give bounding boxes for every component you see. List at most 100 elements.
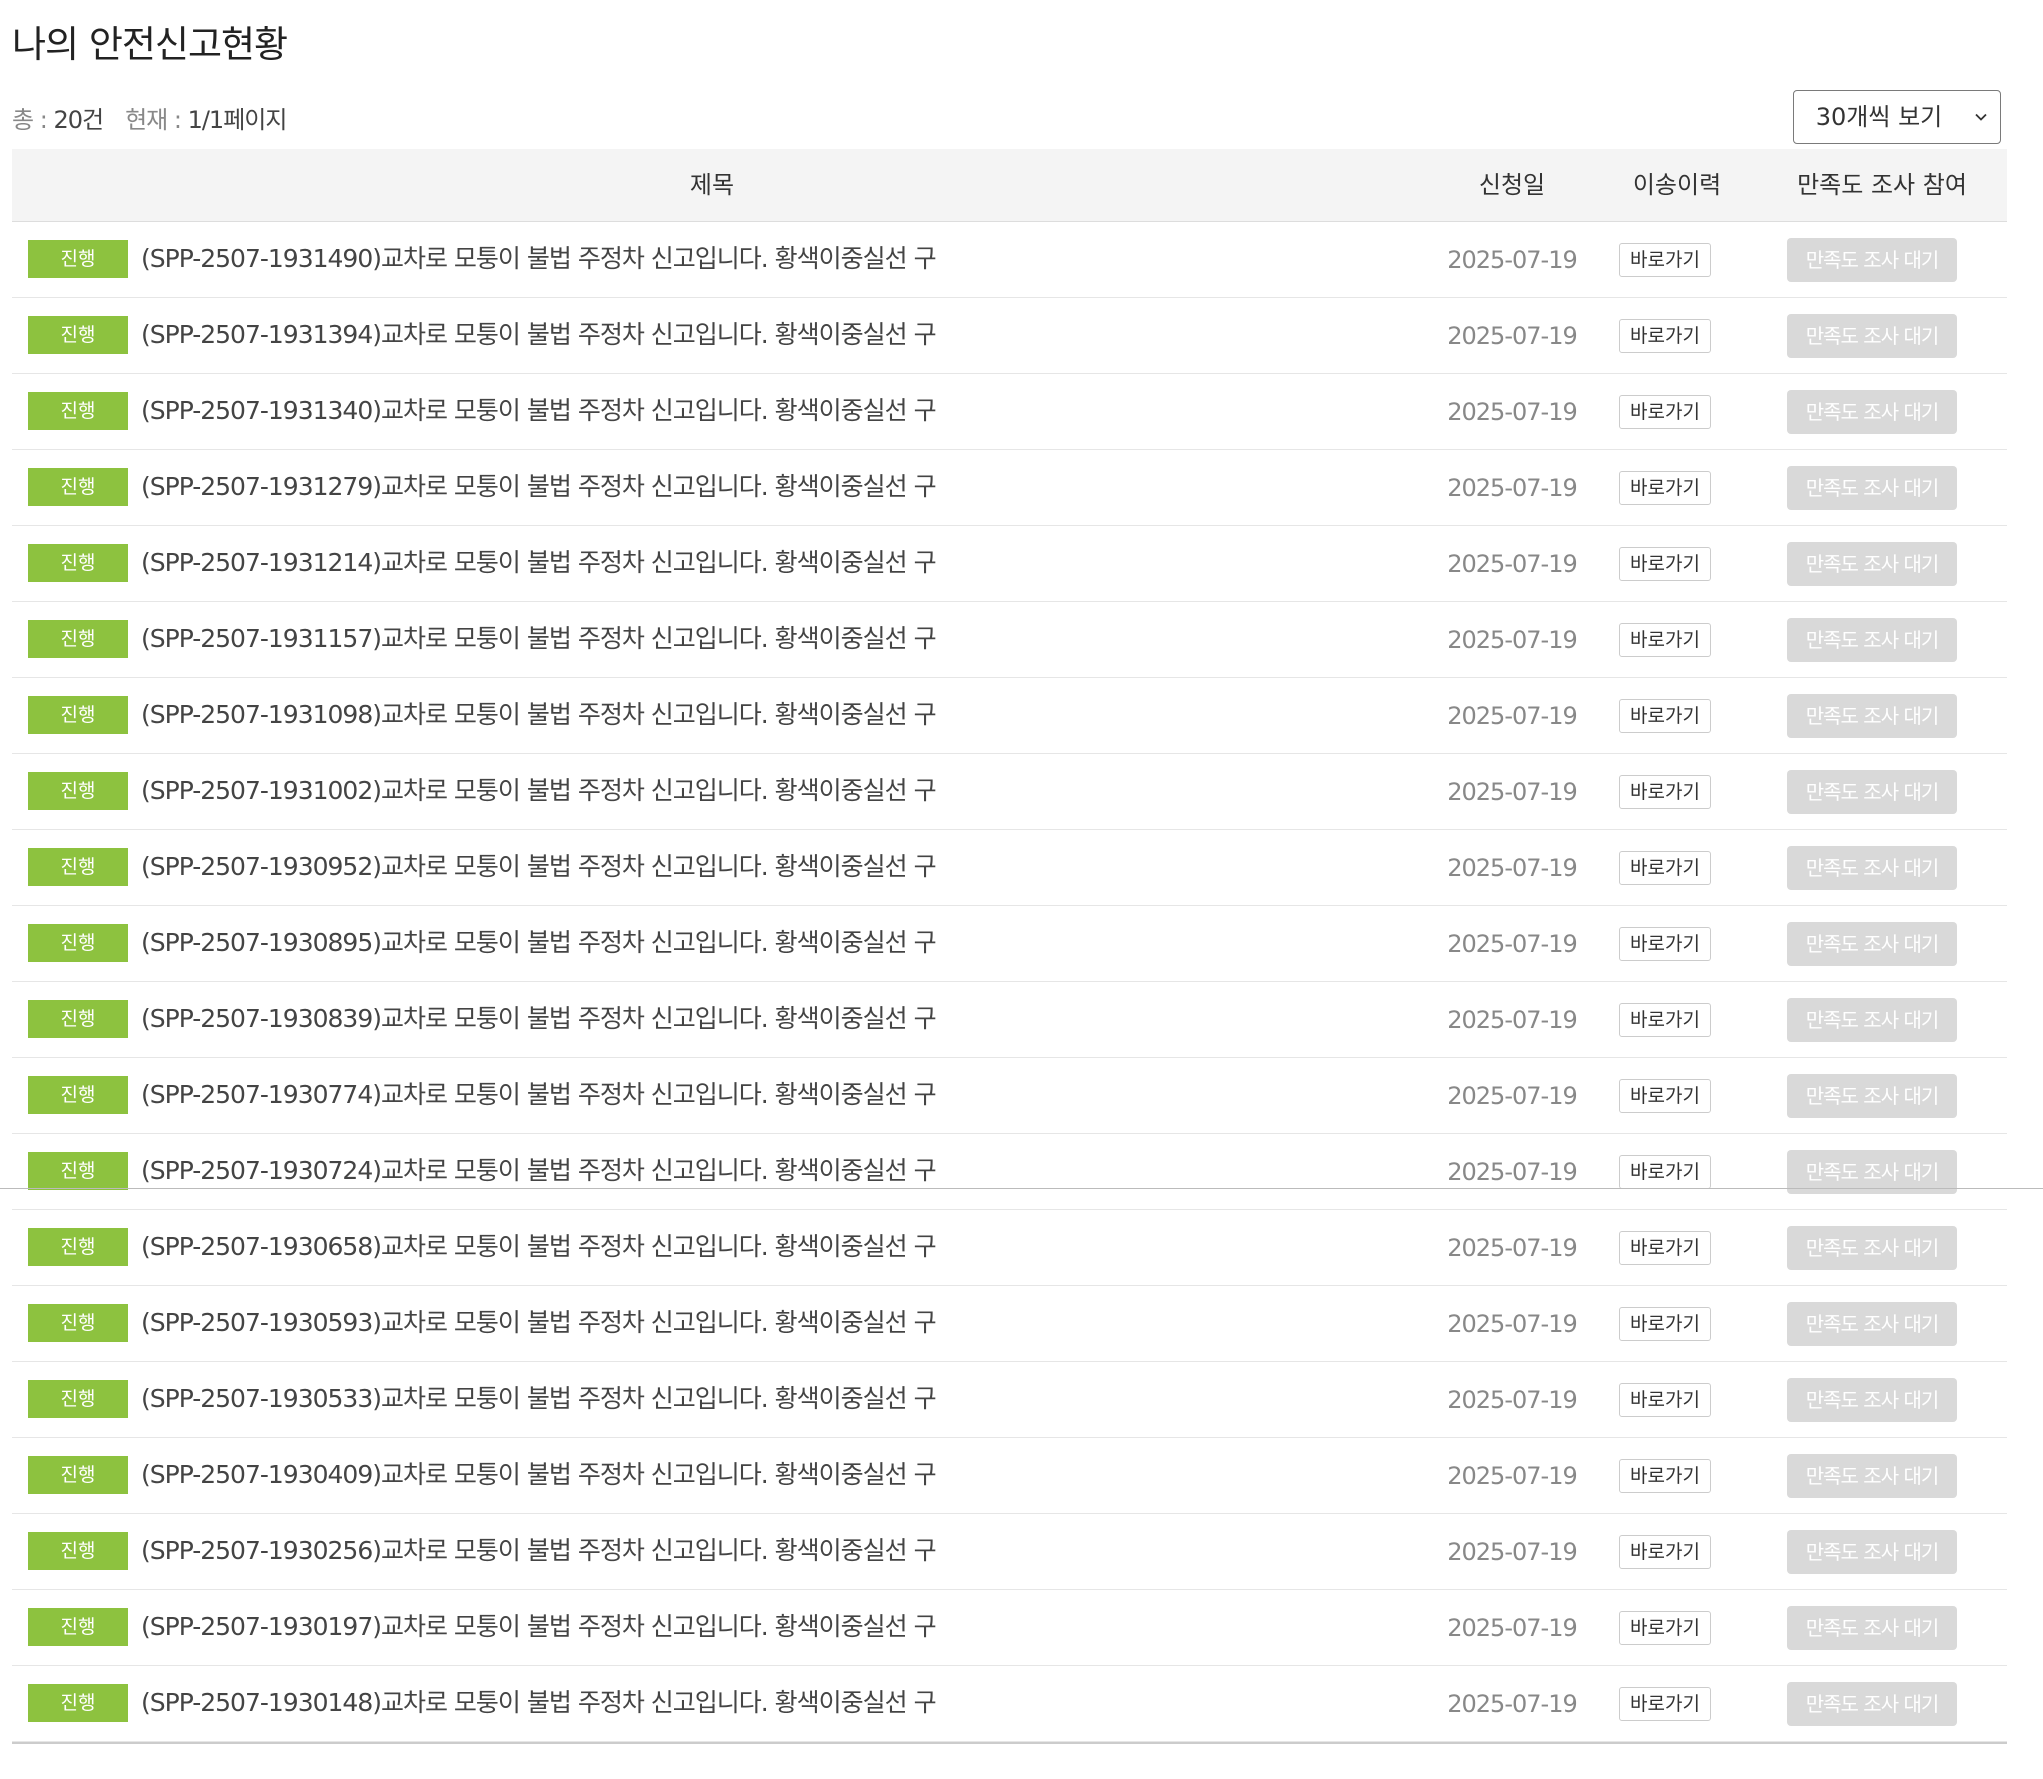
transfer-history-button[interactable]: 바로가기 (1619, 1687, 1711, 1721)
survey-status-button: 만족도 조사 대기 (1787, 1074, 1957, 1118)
report-title-link[interactable]: (SPP-2507-1930724)교차로 모퉁이 불법 주정차 신고입니다. … (141, 1134, 937, 1210)
table-row: 진행 (SPP-2507-1930952)교차로 모퉁이 불법 주정차 신고입니다… (12, 830, 2007, 906)
total-count: 20건 (53, 106, 104, 134)
transfer-history-button[interactable]: 바로가기 (1619, 1231, 1711, 1265)
report-title-link[interactable]: (SPP-2507-1931490)교차로 모퉁이 불법 주정차 신고입니다. … (141, 222, 937, 298)
status-badge: 진행 (28, 544, 128, 582)
transfer-history-button[interactable]: 바로가기 (1619, 1383, 1711, 1417)
report-title-link[interactable]: (SPP-2507-1930409)교차로 모퉁이 불법 주정차 신고입니다. … (141, 1438, 937, 1514)
report-title-link[interactable]: (SPP-2507-1930774)교차로 모퉁이 불법 주정차 신고입니다. … (141, 1058, 937, 1134)
survey-status-button: 만족도 조사 대기 (1787, 542, 1957, 586)
transfer-history-button[interactable]: 바로가기 (1619, 1155, 1711, 1189)
report-title-link[interactable]: (SPP-2507-1931394)교차로 모퉁이 불법 주정차 신고입니다. … (141, 298, 937, 374)
status-badge: 진행 (28, 1152, 128, 1190)
request-date: 2025-07-19 (1447, 550, 1577, 578)
table-header: 제목 신청일 이송이력 만족도 조사 참여 (12, 149, 2007, 222)
report-title-link[interactable]: (SPP-2507-1930197)교차로 모퉁이 불법 주정차 신고입니다. … (141, 1590, 937, 1666)
report-title-link[interactable]: (SPP-2507-1930256)교차로 모퉁이 불법 주정차 신고입니다. … (141, 1514, 937, 1590)
list-summary: 총 : 20건 현재 : 1/1페이지 (12, 100, 288, 135)
current-page-value: 1/1페이지 (187, 106, 288, 134)
table-body: 진행 (SPP-2507-1931490)교차로 모퉁이 불법 주정차 신고입니다… (12, 222, 2007, 1742)
table-row: 진행 (SPP-2507-1930533)교차로 모퉁이 불법 주정차 신고입니다… (12, 1362, 2007, 1438)
transfer-history-button[interactable]: 바로가기 (1619, 395, 1711, 429)
survey-status-button: 만족도 조사 대기 (1787, 1454, 1957, 1498)
survey-status-button: 만족도 조사 대기 (1787, 1530, 1957, 1574)
table-row: 진행 (SPP-2507-1931002)교차로 모퉁이 불법 주정차 신고입니다… (12, 754, 2007, 830)
request-date: 2025-07-19 (1447, 930, 1577, 958)
table-row: 진행 (SPP-2507-1931157)교차로 모퉁이 불법 주정차 신고입니다… (12, 602, 2007, 678)
transfer-history-button[interactable]: 바로가기 (1619, 319, 1711, 353)
table-row: 진행 (SPP-2507-1930658)교차로 모퉁이 불법 주정차 신고입니다… (12, 1210, 2007, 1286)
transfer-history-button[interactable]: 바로가기 (1619, 547, 1711, 581)
table-row: 진행 (SPP-2507-1931340)교차로 모퉁이 불법 주정차 신고입니다… (12, 374, 2007, 450)
report-title-link[interactable]: (SPP-2507-1931002)교차로 모퉁이 불법 주정차 신고입니다. … (141, 754, 937, 830)
transfer-history-button[interactable]: 바로가기 (1619, 851, 1711, 885)
report-title-link[interactable]: (SPP-2507-1931214)교차로 모퉁이 불법 주정차 신고입니다. … (141, 526, 937, 602)
screen-divider-line (0, 1188, 2043, 1189)
report-table: 제목 신청일 이송이력 만족도 조사 참여 진행 (SPP-2507-193149… (12, 149, 2007, 1744)
status-badge: 진행 (28, 620, 128, 658)
table-row: 진행 (SPP-2507-1931214)교차로 모퉁이 불법 주정차 신고입니다… (12, 526, 2007, 602)
status-badge: 진행 (28, 240, 128, 278)
request-date: 2025-07-19 (1447, 1082, 1577, 1110)
table-row: 진행 (SPP-2507-1930839)교차로 모퉁이 불법 주정차 신고입니다… (12, 982, 2007, 1058)
status-badge: 진행 (28, 848, 128, 886)
transfer-history-button[interactable]: 바로가기 (1619, 1535, 1711, 1569)
survey-status-button: 만족도 조사 대기 (1787, 1226, 1957, 1270)
request-date: 2025-07-19 (1447, 1614, 1577, 1642)
report-title-link[interactable]: (SPP-2507-1930148)교차로 모퉁이 불법 주정차 신고입니다. … (141, 1666, 937, 1742)
table-row: 진행 (SPP-2507-1930409)교차로 모퉁이 불법 주정차 신고입니다… (12, 1438, 2007, 1514)
transfer-history-button[interactable]: 바로가기 (1619, 927, 1711, 961)
report-title-link[interactable]: (SPP-2507-1931157)교차로 모퉁이 불법 주정차 신고입니다. … (141, 602, 937, 678)
transfer-history-button[interactable]: 바로가기 (1619, 243, 1711, 277)
report-title-link[interactable]: (SPP-2507-1930839)교차로 모퉁이 불법 주정차 신고입니다. … (141, 982, 937, 1058)
table-row: 진행 (SPP-2507-1931394)교차로 모퉁이 불법 주정차 신고입니다… (12, 298, 2007, 374)
transfer-history-button[interactable]: 바로가기 (1619, 1079, 1711, 1113)
survey-status-button: 만족도 조사 대기 (1787, 314, 1957, 358)
transfer-history-button[interactable]: 바로가기 (1619, 623, 1711, 657)
table-row: 진행 (SPP-2507-1931490)교차로 모퉁이 불법 주정차 신고입니다… (12, 222, 2007, 298)
survey-status-button: 만족도 조사 대기 (1787, 922, 1957, 966)
request-date: 2025-07-19 (1447, 778, 1577, 806)
survey-status-button: 만족도 조사 대기 (1787, 1682, 1957, 1726)
survey-status-button: 만족도 조사 대기 (1787, 1378, 1957, 1422)
transfer-history-button[interactable]: 바로가기 (1619, 1307, 1711, 1341)
transfer-history-button[interactable]: 바로가기 (1619, 1459, 1711, 1493)
report-title-link[interactable]: (SPP-2507-1930952)교차로 모퉁이 불법 주정차 신고입니다. … (141, 830, 937, 906)
survey-status-button: 만족도 조사 대기 (1787, 238, 1957, 282)
status-badge: 진행 (28, 1000, 128, 1038)
page-size-select[interactable]: 30개씩 보기 (1793, 90, 2001, 144)
request-date: 2025-07-19 (1447, 398, 1577, 426)
request-date: 2025-07-19 (1447, 246, 1577, 274)
request-date: 2025-07-19 (1447, 626, 1577, 654)
transfer-history-button[interactable]: 바로가기 (1619, 775, 1711, 809)
report-title-link[interactable]: (SPP-2507-1930533)교차로 모퉁이 불법 주정차 신고입니다. … (141, 1362, 937, 1438)
report-title-link[interactable]: (SPP-2507-1931098)교차로 모퉁이 불법 주정차 신고입니다. … (141, 678, 937, 754)
status-badge: 진행 (28, 924, 128, 962)
request-date: 2025-07-19 (1447, 1006, 1577, 1034)
status-badge: 진행 (28, 1456, 128, 1494)
status-badge: 진행 (28, 1608, 128, 1646)
column-header-title: 제목 (689, 171, 735, 199)
survey-status-button: 만족도 조사 대기 (1787, 618, 1957, 662)
survey-status-button: 만족도 조사 대기 (1787, 466, 1957, 510)
report-title-link[interactable]: (SPP-2507-1930895)교차로 모퉁이 불법 주정차 신고입니다. … (141, 906, 937, 982)
report-title-link[interactable]: (SPP-2507-1931340)교차로 모퉁이 불법 주정차 신고입니다. … (141, 374, 937, 450)
report-title-link[interactable]: (SPP-2507-1930658)교차로 모퉁이 불법 주정차 신고입니다. … (141, 1210, 937, 1286)
request-date: 2025-07-19 (1447, 1462, 1577, 1490)
status-badge: 진행 (28, 1076, 128, 1114)
report-title-link[interactable]: (SPP-2507-1931279)교차로 모퉁이 불법 주정차 신고입니다. … (141, 450, 937, 526)
status-badge: 진행 (28, 1228, 128, 1266)
status-badge: 진행 (28, 1684, 128, 1722)
survey-status-button: 만족도 조사 대기 (1787, 998, 1957, 1042)
transfer-history-button[interactable]: 바로가기 (1619, 471, 1711, 505)
request-date: 2025-07-19 (1447, 1310, 1577, 1338)
survey-status-button: 만족도 조사 대기 (1787, 1302, 1957, 1346)
transfer-history-button[interactable]: 바로가기 (1619, 699, 1711, 733)
survey-status-button: 만족도 조사 대기 (1787, 846, 1957, 890)
request-date: 2025-07-19 (1447, 1234, 1577, 1262)
survey-status-button: 만족도 조사 대기 (1787, 390, 1957, 434)
transfer-history-button[interactable]: 바로가기 (1619, 1611, 1711, 1645)
report-title-link[interactable]: (SPP-2507-1930593)교차로 모퉁이 불법 주정차 신고입니다. … (141, 1286, 937, 1362)
transfer-history-button[interactable]: 바로가기 (1619, 1003, 1711, 1037)
